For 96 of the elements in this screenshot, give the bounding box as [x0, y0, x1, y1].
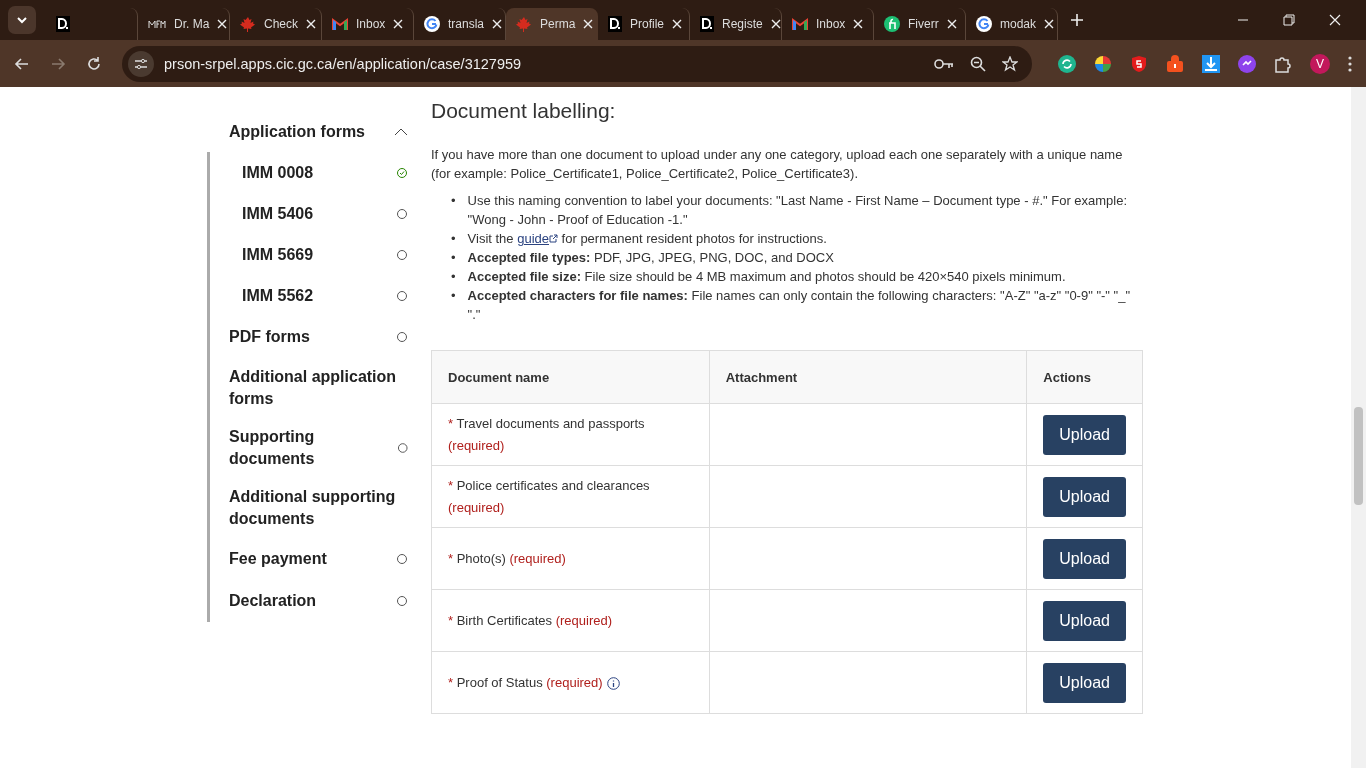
tab-title: Fiverr [908, 17, 939, 31]
browser-tab[interactable]: Perma [506, 8, 598, 40]
bullet-text: Accepted file size: File size should be 4 MB maximum and photos should be 420×540 pixels minimum. [467, 268, 1066, 286]
guide-link[interactable]: guide [517, 231, 558, 246]
bookmark-star-icon[interactable] [1002, 55, 1018, 72]
site-settings-icon[interactable] [128, 50, 154, 77]
forward-icon[interactable] [50, 55, 66, 72]
monogram-icon [148, 19, 166, 29]
bullet-marker: • [451, 192, 456, 210]
bullet-marker: • [451, 249, 456, 267]
letter-d-icon [700, 16, 714, 32]
close-icon[interactable] [946, 19, 957, 29]
upload-button[interactable]: Upload [1043, 600, 1126, 641]
document-name: * Proof of Status (required) [448, 674, 603, 690]
chevron-down-icon [16, 16, 28, 24]
tab-search-button[interactable] [8, 6, 36, 34]
intro-paragraph: If you have more than one document to upload under any one category, upload each one separately with a unique name (for example: Police_Certificate1, Police_Certificate2, Police_Certificate3). [431, 146, 1124, 183]
mail-icon [332, 18, 348, 30]
color-wheel-icon[interactable] [1094, 54, 1112, 73]
tab-title: Profile [630, 17, 664, 31]
tab-title: Inbox [816, 17, 846, 31]
mail-icon [792, 18, 808, 30]
nav-item[interactable]: Additional application forms [207, 358, 412, 418]
nav-item[interactable]: IMM 5669 [210, 234, 412, 275]
close-icon[interactable] [583, 19, 594, 29]
nav-item[interactable]: Additional supporting documents [207, 478, 412, 538]
restore-icon[interactable] [1283, 14, 1295, 26]
scrollbar-thumb[interactable] [1354, 407, 1363, 505]
upload-button[interactable]: Upload [1043, 414, 1126, 455]
chat-bubble-icon[interactable] [1238, 54, 1256, 73]
section-heading: Document labelling: [431, 99, 617, 123]
nav-item[interactable]: Application forms [207, 111, 412, 152]
bullet-marker: • [451, 268, 456, 286]
nav-item[interactable]: IMM 5562 [210, 275, 412, 316]
profile-avatar[interactable]: V [1310, 53, 1330, 74]
nav-item[interactable]: IMM 0008 [210, 152, 412, 193]
close-icon[interactable] [217, 19, 228, 29]
document-name: * Travel documents and passports (required) [448, 415, 645, 453]
maple-leaf-icon [516, 16, 532, 32]
close-icon[interactable] [492, 19, 503, 29]
download-icon[interactable] [1202, 54, 1220, 73]
close-icon[interactable] [1044, 19, 1055, 29]
column-header: Actions [1043, 369, 1091, 385]
close-icon[interactable] [393, 19, 404, 29]
nav-item[interactable]: PDF forms [207, 316, 412, 358]
close-icon[interactable] [306, 19, 316, 29]
bullet-marker: • [451, 287, 456, 305]
bullet-text: Accepted characters for file names: File names can only contain the following characters: "A-Z" "a-z" "0-9" "-" "_" "." [467, 287, 1132, 324]
chevron-icon [394, 127, 408, 136]
tab-title: transla [448, 17, 485, 31]
letter-d-icon [56, 16, 70, 32]
close-icon[interactable] [1329, 14, 1341, 26]
menu-icon[interactable] [1348, 55, 1352, 72]
close-icon[interactable] [672, 19, 682, 29]
padlock-icon[interactable] [1166, 54, 1184, 73]
address-bar[interactable]: prson-srpel.apps.cic.gc.ca/en/application/case/3127959 [122, 45, 1032, 82]
tab-title: Dr. Ma [174, 17, 210, 31]
sync-arrows-icon[interactable] [1058, 54, 1076, 73]
document-name: * Photo(s) (required) [448, 550, 566, 566]
key-icon[interactable] [934, 57, 954, 70]
column-header: Document name [448, 369, 550, 385]
extensions-icon[interactable] [1274, 54, 1292, 73]
close-icon[interactable] [770, 19, 781, 29]
new-tab-icon[interactable] [1070, 13, 1084, 27]
google-g-icon [424, 16, 440, 32]
document-name: * Birth Certificates (required) [448, 612, 612, 628]
nav-item[interactable]: Declaration [207, 580, 412, 622]
bullet-marker: • [451, 230, 456, 248]
fiverr-logo-icon [884, 16, 900, 32]
zoom-out-icon[interactable] [970, 55, 986, 72]
upload-button[interactable]: Upload [1043, 662, 1126, 703]
column-header: Attachment [725, 369, 798, 385]
nav-item[interactable]: IMM 5406 [210, 193, 412, 234]
google-g-icon [976, 16, 992, 32]
bullet-text: Use this naming convention to label your documents: "Last Name - First Name – Document type - #." For example: "Wong - John - Proof of Education -1." [467, 192, 1129, 229]
back-icon[interactable] [14, 55, 30, 72]
info-icon[interactable] [606, 676, 620, 690]
tab-title: Check [264, 17, 298, 31]
tab-title: Registe [722, 17, 763, 31]
upload-button[interactable]: Upload [1043, 476, 1126, 517]
document-name: * Police certificates and clearances (required) [448, 477, 650, 515]
nav-item[interactable]: Fee payment [207, 538, 412, 580]
tab-title: modak [1000, 17, 1037, 31]
shield-icon[interactable] [1130, 54, 1148, 73]
reload-icon[interactable] [86, 55, 102, 72]
scrollbar[interactable] [1351, 87, 1366, 768]
upload-button[interactable]: Upload [1043, 538, 1126, 579]
close-icon[interactable] [853, 19, 864, 29]
external-link-icon [549, 234, 558, 243]
maple-leaf-icon [240, 16, 256, 32]
bullet-text: Accepted file types: PDF, JPG, JPEG, PNG, DOC, and DOCX [467, 249, 834, 267]
tab-title: Perma [540, 17, 576, 31]
letter-d-icon [608, 16, 622, 32]
tab-title: Inbox [356, 17, 386, 31]
bullet-text: Visit the guide for permanent resident photos for instructions. [467, 230, 827, 248]
nav-item[interactable]: Supporting documents [207, 418, 412, 478]
